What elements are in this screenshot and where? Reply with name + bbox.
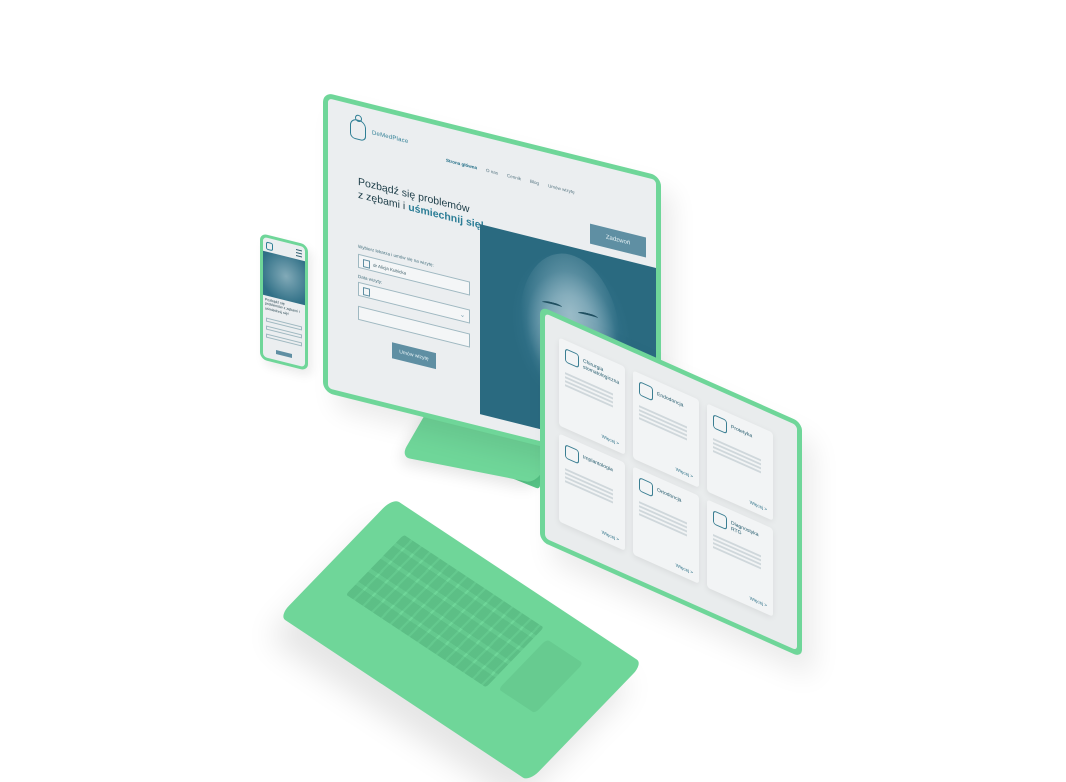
laptop-lid: Chirurgia stomatologiczna Więcej > Endod… — [540, 306, 802, 658]
tooth-logo-icon[interactable] — [266, 240, 273, 251]
service-description — [565, 468, 613, 505]
phone-hero-photo — [263, 250, 305, 306]
submit-appointment-button[interactable]: Umów wizytę — [392, 342, 436, 370]
service-description — [639, 405, 687, 442]
service-title: Endodoncja — [657, 391, 684, 409]
nav-item-about[interactable]: O nas — [486, 168, 498, 176]
person-icon — [363, 258, 370, 269]
more-link[interactable]: Więcej > — [676, 562, 693, 575]
braces-icon — [639, 477, 653, 498]
logo-text: DeMedPlace — [372, 130, 409, 146]
service-description — [713, 438, 761, 475]
service-card-xray[interactable]: Diagnostyka RTG Więcej > — [707, 499, 773, 617]
tooth-logo-icon — [350, 117, 366, 142]
service-card-orthodontics[interactable]: Ortodoncja Więcej > — [633, 466, 699, 584]
calendar-icon — [363, 286, 370, 297]
chevron-down-icon: ⌄ — [459, 312, 465, 320]
service-card-implantology[interactable]: Implantologia Więcej > — [559, 433, 625, 551]
hamburger-menu-icon[interactable] — [296, 248, 302, 258]
doctor-value: dr Alicja Kubicka — [373, 261, 407, 276]
service-title: Protetyka — [731, 424, 753, 440]
phone-screen: Pozbądź się problemów z zębami i uśmiech… — [263, 236, 305, 368]
dental-chair-icon — [565, 348, 579, 369]
implant-icon — [565, 444, 579, 465]
nav-item-pricing[interactable]: Cennik — [507, 173, 521, 181]
service-title: Ortodoncja — [657, 487, 682, 504]
laptop-screen: Chirurgia stomatologiczna Więcej > Endod… — [545, 313, 797, 651]
nav-item-appointment[interactable]: Umów wizytę — [548, 183, 575, 195]
keyboard — [345, 534, 544, 688]
nav-item-blog[interactable]: Blog — [530, 179, 539, 186]
services-grid: Chirurgia stomatologiczna Więcej > Endod… — [559, 337, 773, 617]
nav-item-home[interactable]: Strona główna — [446, 158, 477, 171]
xray-icon — [713, 510, 727, 531]
denture-icon — [713, 414, 727, 435]
service-title: Implantologia — [583, 454, 613, 474]
service-description — [639, 501, 687, 538]
more-link[interactable]: Więcej > — [676, 466, 693, 479]
phone-submit-button[interactable] — [276, 349, 292, 358]
more-link[interactable]: Więcej > — [602, 529, 619, 542]
more-link[interactable]: Więcej > — [750, 499, 767, 512]
mobile-phone: Pozbądź się problemów z zębami i uśmiech… — [260, 233, 308, 371]
site-logo[interactable]: DeMedPlace — [350, 117, 409, 153]
call-button[interactable]: Zadzwoń — [590, 223, 646, 258]
more-link[interactable]: Więcej > — [750, 595, 767, 608]
tooth-root-icon — [639, 381, 653, 402]
more-link[interactable]: Więcej > — [602, 433, 619, 446]
hero-title: Pozbądź się problemów z zębami i uśmiech… — [358, 176, 498, 236]
main-nav: Strona główna O nas Cennik Blog Umów wiz… — [446, 158, 575, 195]
